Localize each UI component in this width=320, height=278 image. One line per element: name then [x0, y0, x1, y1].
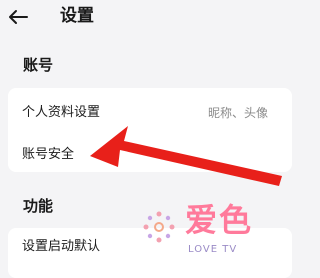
flower-icon — [143, 211, 175, 243]
profile-settings-value: 昵称、头像 — [207, 106, 268, 120]
account-security-label: 账号安全 — [22, 147, 75, 162]
profile-settings-row[interactable]: 个人资料设置 昵称、头像 — [8, 96, 292, 132]
startup-default-label: 设置启动默认 — [22, 239, 101, 254]
account-security-row[interactable]: 账号安全 — [8, 138, 292, 174]
section-title-account: 账号 — [23, 56, 54, 74]
section-title-features: 功能 — [23, 197, 54, 215]
account-card: 个人资料设置 昵称、头像 账号安全 — [8, 88, 292, 172]
watermark-subtext: LOVE TV — [188, 244, 238, 255]
page-title: 设置 — [60, 6, 94, 26]
profile-settings-label: 个人资料设置 — [22, 105, 101, 120]
arrow-left-icon[interactable] — [8, 9, 28, 25]
watermark-logo: 爱色 LOVE TV — [140, 200, 290, 270]
watermark-text: 爱色 — [185, 201, 254, 239]
top-bar: 设置 — [0, 0, 300, 34]
